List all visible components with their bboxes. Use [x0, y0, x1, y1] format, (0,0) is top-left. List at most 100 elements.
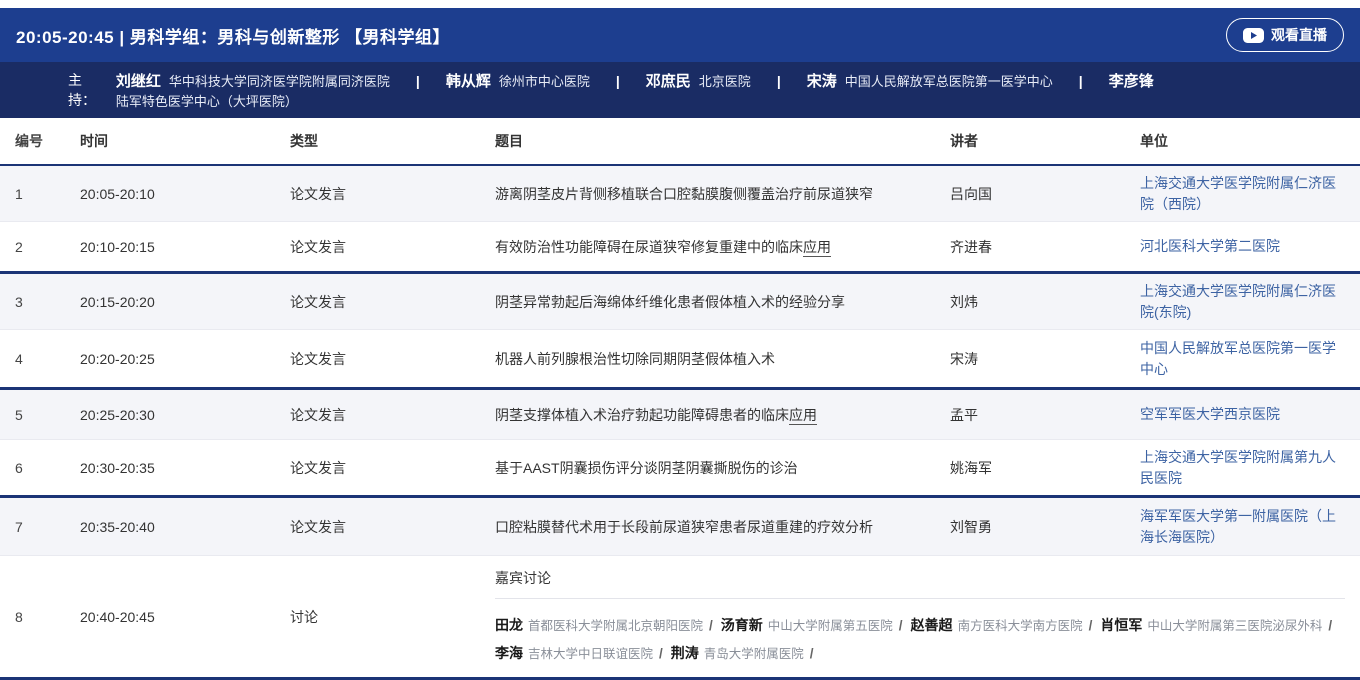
cell-organization: 上海交通大学医学院附属仁济医院（西院）: [1140, 173, 1360, 214]
discussant-separator: /: [899, 618, 903, 633]
host-name: 韩从辉: [446, 73, 491, 90]
discussant-organization: 青岛大学附属医院: [704, 647, 804, 661]
cell-type: 论文发言: [290, 517, 495, 537]
cell-title: 游离阴茎皮片背侧移植联合口腔黏膜腹侧覆盖治疗前尿道狭窄: [495, 184, 950, 204]
cell-speaker: 齐进春: [950, 237, 1140, 257]
cell-number: 2: [0, 239, 80, 255]
discussant-separator: /: [659, 646, 663, 661]
discussant-organization: 吉林大学中日联谊医院: [528, 647, 653, 661]
table-row: 620:30-20:35论文发言基于AAST阴囊损伤评分谈阴茎阴囊撕脱伤的诊治姚…: [0, 440, 1360, 498]
cell-time: 20:05-20:10: [80, 186, 290, 202]
cell-time: 20:30-20:35: [80, 460, 290, 476]
column-header-title: 题目: [495, 131, 950, 151]
cell-speaker: 孟平: [950, 405, 1140, 425]
underlined-title-text: 应用: [803, 239, 831, 257]
column-header-type: 类型: [290, 131, 495, 151]
host-name: 宋涛: [807, 73, 837, 90]
cell-speaker: 刘智勇: [950, 517, 1140, 537]
host-separator: |: [1079, 73, 1083, 89]
cell-number: 3: [0, 294, 80, 310]
table-body: 120:05-20:10论文发言游离阴茎皮片背侧移植联合口腔黏膜腹侧覆盖治疗前尿…: [0, 166, 1360, 680]
discussant-organization: 中山大学附属第三医院泌尿外科: [1147, 619, 1322, 633]
column-header-time: 时间: [80, 131, 290, 151]
table-header-row: 编号时间类型题目讲者单位: [0, 118, 1360, 166]
underlined-title-text: 应用: [789, 407, 817, 425]
cell-type: 论文发言: [290, 292, 495, 312]
table-row: 120:05-20:10论文发言游离阴茎皮片背侧移植联合口腔黏膜腹侧覆盖治疗前尿…: [0, 166, 1360, 222]
cell-organization: 海军军医大学第一附属医院（上海长海医院）: [1140, 506, 1360, 547]
discussant-name: 赵善超: [911, 617, 953, 633]
host-name: 李彦锋: [1109, 73, 1154, 90]
discussant-separator: /: [810, 646, 814, 661]
host-separator: |: [416, 73, 420, 89]
cell-organization: 中国人民解放军总医院第一医学中心: [1140, 338, 1360, 379]
discussant-list: 田龙首都医科大学附属北京朝阳医院 / 汤育新中山大学附属第五医院 / 赵善超南方医科大学…: [495, 611, 1345, 677]
cell-number: 8: [0, 609, 80, 625]
hosts-label: 主持：: [68, 70, 110, 110]
host-organization: 陆军特色医学中心（大坪医院）: [116, 94, 298, 109]
cell-title: 口腔粘膜替代术用于长段前尿道狭窄患者尿道重建的疗效分析: [495, 517, 950, 537]
cell-organization: 空军军医大学西京医院: [1140, 404, 1360, 424]
cell-type: 讨论: [290, 607, 495, 627]
cell-number: 7: [0, 519, 80, 535]
cell-organization: 上海交通大学医学院附属第九人民医院: [1140, 447, 1360, 488]
host-organization: 中国人民解放军总医院第一医学中心: [845, 74, 1053, 89]
discussant-organization: 中山大学附属第五医院: [768, 619, 893, 633]
host-organization: 北京医院: [699, 74, 751, 89]
discussant-organization: 首都医科大学附属北京朝阳医院: [528, 619, 703, 633]
discussant-separator: /: [709, 618, 713, 633]
cell-type: 论文发言: [290, 237, 495, 257]
table-row: 420:20-20:25论文发言机器人前列腺根治性切除同期阴茎假体植入术宋涛中国…: [0, 330, 1360, 390]
discussion-divider: [495, 598, 1345, 599]
cell-speaker: 宋涛: [950, 349, 1140, 369]
table-row: 220:10-20:15论文发言有效防治性功能障碍在尿道狭窄修复重建中的临床应用…: [0, 222, 1360, 274]
session-title: 20:05-20:45 | 男科学组：男科与创新整形 【男科学组】: [16, 23, 450, 48]
table-row: 720:35-20:40论文发言口腔粘膜替代术用于长段前尿道狭窄患者尿道重建的疗…: [0, 498, 1360, 556]
schedule-table: 编号时间类型题目讲者单位 120:05-20:10论文发言游离阴茎皮片背侧移植联…: [0, 118, 1360, 680]
cell-title: 机器人前列腺根治性切除同期阴茎假体植入术: [495, 349, 950, 369]
session-header-bar: 20:05-20:45 | 男科学组：男科与创新整形 【男科学组】 观看直播: [0, 8, 1360, 62]
discussant-name: 肖恒军: [1100, 617, 1142, 633]
discussant-separator: /: [1089, 618, 1093, 633]
column-header-number: 编号: [0, 131, 80, 151]
discussion-label: 嘉宾讨论: [495, 556, 1345, 598]
host-organization: 徐州市中心医院: [499, 74, 590, 89]
cell-number: 6: [0, 460, 80, 476]
host-name: 刘继红: [116, 73, 161, 90]
host-separator: |: [616, 73, 620, 89]
cell-time: 20:35-20:40: [80, 519, 290, 535]
cell-title: 有效防治性功能障碍在尿道狭窄修复重建中的临床应用: [495, 237, 950, 257]
cell-title: 阴茎异常勃起后海绵体纤维化患者假体植入术的经验分享: [495, 292, 950, 312]
cell-organization: 河北医科大学第二医院: [1140, 236, 1360, 256]
cell-type: 论文发言: [290, 458, 495, 478]
cell-number: 1: [0, 186, 80, 202]
cell-type: 论文发言: [290, 184, 495, 204]
cell-speaker: 吕向国: [950, 184, 1140, 204]
discussant-name: 荆涛: [671, 645, 699, 661]
cell-speaker: 姚海军: [950, 458, 1140, 478]
hosts-list: 刘继红华中科技大学同济医学院附属同济医院 | 韩从辉徐州市中心医院 | 邓庶民北京医院 |…: [116, 70, 1340, 110]
cell-type: 论文发言: [290, 405, 495, 425]
cell-time: 20:10-20:15: [80, 239, 290, 255]
watch-live-label: 观看直播: [1271, 25, 1327, 45]
cell-speaker: 刘炜: [950, 292, 1140, 312]
cell-time: 20:15-20:20: [80, 294, 290, 310]
cell-title: 阴茎支撑体植入术治疗勃起功能障碍患者的临床应用: [495, 405, 950, 425]
hosts-bar: 主持： 刘继红华中科技大学同济医学院附属同济医院 | 韩从辉徐州市中心医院 | 邓庶民北…: [0, 62, 1360, 118]
host-separator: |: [777, 73, 781, 89]
play-video-icon: [1243, 28, 1264, 43]
host-organization: 华中科技大学同济医学院附属同济医院: [169, 74, 390, 89]
host-name: 邓庶民: [646, 73, 691, 90]
cell-number: 5: [0, 407, 80, 423]
discussant-name: 李海: [495, 645, 523, 661]
discussant-name: 汤育新: [721, 617, 763, 633]
table-row: 520:25-20:30论文发言阴茎支撑体植入术治疗勃起功能障碍患者的临床应用孟…: [0, 390, 1360, 440]
cell-type: 论文发言: [290, 349, 495, 369]
discussant-organization: 南方医科大学南方医院: [958, 619, 1083, 633]
discussant-name: 田龙: [495, 617, 523, 633]
table-row: 320:15-20:20论文发言阴茎异常勃起后海绵体纤维化患者假体植入术的经验分…: [0, 274, 1360, 330]
cell-time: 20:20-20:25: [80, 351, 290, 367]
cell-title: 基于AAST阴囊损伤评分谈阴茎阴囊撕脱伤的诊治: [495, 458, 950, 478]
cell-discussion: 嘉宾讨论田龙首都医科大学附属北京朝阳医院 / 汤育新中山大学附属第五医院 / 赵善超南方…: [495, 556, 1360, 677]
watch-live-button[interactable]: 观看直播: [1226, 18, 1344, 52]
